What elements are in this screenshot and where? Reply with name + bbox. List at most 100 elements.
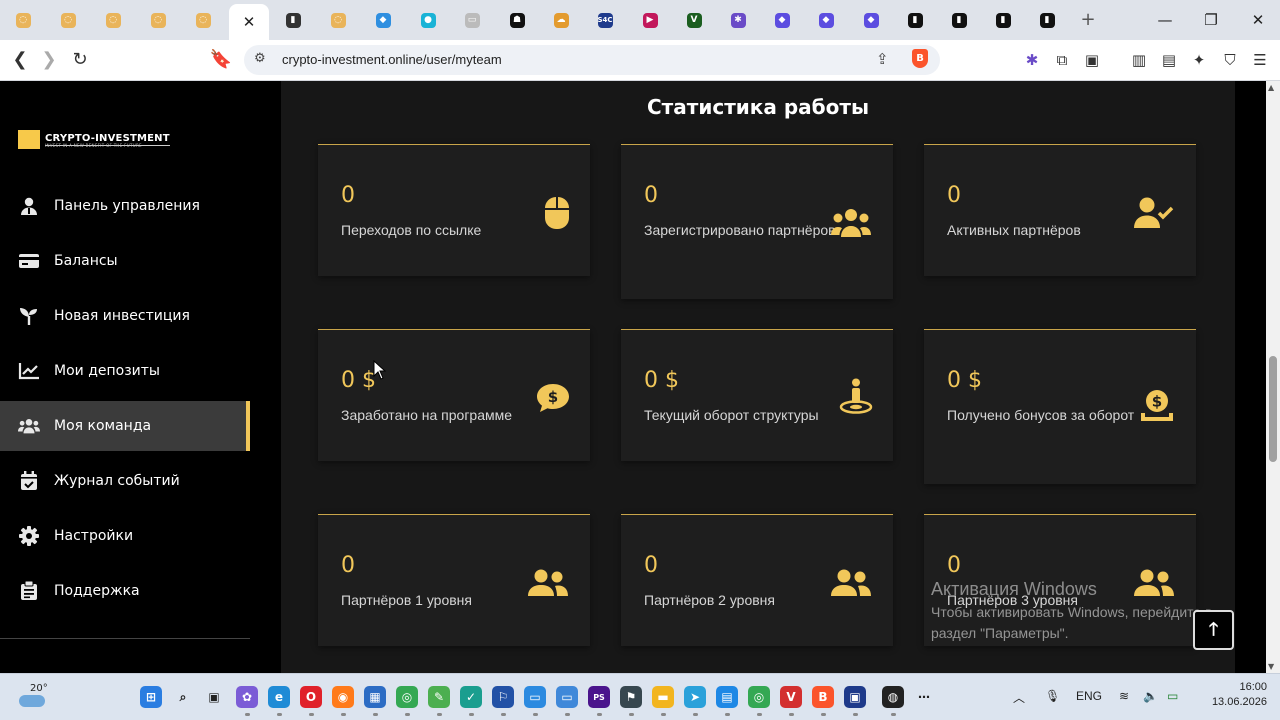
bookmark-icon[interactable]: 🔖 [209,48,233,72]
taskbar-clock[interactable]: 16:00 13.06.2026 [1201,680,1267,710]
tray-overflow-icon[interactable]: ︿ [1013,689,1025,706]
browser-tab[interactable]: ◆ [851,6,891,34]
scroll-down-arrow-icon[interactable]: ▼ [1268,662,1274,671]
sidebar-item-label: Мои депозиты [54,363,160,379]
sidebar-item-event-log[interactable]: Журнал событий [0,456,250,506]
edge-icon[interactable]: e [268,686,290,708]
sidebar-item-label: Настройки [54,528,134,544]
vivaldi-icon[interactable]: V [780,686,802,708]
browser-tab[interactable]: ◆ [762,6,802,34]
calculator-icon[interactable]: ▤ [716,686,738,708]
search-icon[interactable]: ⌕ [172,686,194,708]
vpn-shield-icon[interactable]: ⛉ [1220,50,1240,70]
close-window-button[interactable]: ✕ [1243,8,1273,32]
page-scrollbar[interactable]: ▲ ▼ [1266,81,1280,673]
logo-tagline: INVEST IN A NEW BENEFIT OF THE FUTURE [45,143,142,148]
address-bar[interactable]: ⚙ crypto-investment.online/user/myteam ⇪… [244,45,940,75]
browser-tab[interactable]: ◌ [48,6,88,34]
weather-widget[interactable]: 20° [16,682,48,712]
browser-tab[interactable]: ✕ [229,4,269,40]
sidebar-item-support[interactable]: Поддержка [0,566,250,616]
app-icon[interactable]: ▣ [844,686,866,708]
mouse-icon [537,193,577,233]
browser-tab[interactable]: ▮ [273,6,313,34]
wallet-icon[interactable]: ▤ [1159,50,1179,70]
browser-tab[interactable]: ▮ [939,6,979,34]
back-button[interactable]: ❮ [8,48,32,72]
task-view-icon[interactable]: ▣ [203,686,225,708]
telegram-icon[interactable]: ➤ [684,686,706,708]
store-icon[interactable]: ▦ [364,686,386,708]
app-icon[interactable]: ▭ [524,686,546,708]
reader-mode-icon[interactable]: ▣ [1082,50,1102,70]
volume-icon[interactable]: 🔈 [1143,689,1158,703]
extensions-puzzle-icon[interactable]: ⧉ [1052,50,1072,70]
brave-shields-icon[interactable]: B [912,49,928,68]
browser-tab[interactable]: ● [408,6,448,34]
sidebar-item-dashboard[interactable]: Панель управления [0,181,250,231]
ghost-icon: ☗ [509,12,525,28]
extension-octopus-icon[interactable]: ✱ [1022,50,1042,70]
app-icon[interactable]: ⚐ [492,686,514,708]
sidebar-item-new-investment[interactable]: Новая инвестиция [0,291,250,341]
browser-tab[interactable]: ▮ [983,6,1023,34]
brave-icon[interactable]: B [812,686,834,708]
site-settings-icon[interactable]: ⚙ [254,51,266,66]
browser-tab[interactable]: ☗ [497,6,537,34]
app-icon[interactable]: ✓ [460,686,482,708]
sidebar-item-my-team[interactable]: Моя команда [0,401,250,451]
firefox-icon[interactable]: ◉ [332,686,354,708]
browser-tab[interactable]: ◌ [93,6,133,34]
browser-tab[interactable]: ◌ [318,6,358,34]
chrome-icon[interactable]: ◎ [748,686,770,708]
sidebar-item-balances[interactable]: Балансы [0,236,250,286]
sidebar-toggle-icon[interactable]: ▥ [1129,50,1149,70]
opera-icon[interactable]: O [300,686,322,708]
copilot-icon[interactable]: ✿ [236,686,258,708]
site-logo[interactable]: CRYPTO-INVESTMENT INVEST IN A NEW BENEFI… [18,130,170,149]
browser-tab[interactable]: ◌ [3,6,43,34]
browser-menu-icon[interactable]: ☰ [1250,50,1270,70]
share-icon[interactable]: ⇪ [876,50,889,68]
reload-button[interactable]: ↻ [68,48,92,72]
browser-tab[interactable]: ◌ [183,6,223,34]
scroll-to-top-button[interactable]: 🡑 [1193,610,1234,650]
restore-button[interactable]: ❐ [1196,8,1226,32]
browser-tab[interactable]: ◌ [138,6,178,34]
app-icon[interactable]: ▭ [556,686,578,708]
windows-taskbar: 20° ︿ 🎙 ENG ≋ 🔈 ▭ 16:00 13.06.2026 ⊞ ⌕ ▣ ✿ e… [0,673,1280,720]
battery-icon[interactable]: ▭ [1167,689,1178,703]
browser-tab[interactable]: V [674,6,714,34]
leo-ai-icon[interactable]: ✦ [1189,50,1209,70]
start-icon[interactable]: ⊞ [140,686,162,708]
obs-icon[interactable]: ◍ [882,686,904,708]
microphone-icon[interactable]: 🎙 [1045,689,1060,703]
chrome-icon[interactable]: ◎ [396,686,418,708]
wifi-icon[interactable]: ≋ [1119,689,1129,703]
browser-tab[interactable]: ☁ [541,6,581,34]
browser-tab[interactable]: ◆ [363,6,403,34]
forward-button[interactable]: ❯ [37,48,61,72]
file-explorer-icon[interactable]: ▬ [652,686,674,708]
browser-tab[interactable]: ▮ [895,6,935,34]
minimize-button[interactable]: — [1150,8,1180,32]
new-tab-button[interactable]: + [1078,8,1098,32]
language-indicator[interactable]: ENG [1076,689,1102,703]
sidebar-item-settings[interactable]: Настройки [0,511,250,561]
browser-tab[interactable]: ◆ [806,6,846,34]
scrollbar-thumb[interactable] [1269,356,1277,462]
browser-tab[interactable]: ▭ [452,6,492,34]
sidebar-item-deposits[interactable]: Мои депозиты [0,346,250,396]
browser-tab[interactable]: ✱ [718,6,758,34]
scroll-up-arrow-icon[interactable]: ▲ [1268,83,1274,92]
diamond-icon: ◆ [818,12,834,28]
browser-tab[interactable]: ▮ [1027,6,1067,34]
notepad-icon[interactable]: ✎ [428,686,450,708]
app-icon[interactable]: ⚑ [620,686,642,708]
app-icon[interactable]: PS [588,686,610,708]
blue-cube-icon: ◆ [375,12,391,28]
browser-tab[interactable]: ▶ [630,6,670,34]
more-apps-icon[interactable]: ⋯ [913,686,935,708]
browser-tab[interactable]: S4C [585,6,625,34]
url-text[interactable]: crypto-investment.online/user/myteam [282,52,502,67]
